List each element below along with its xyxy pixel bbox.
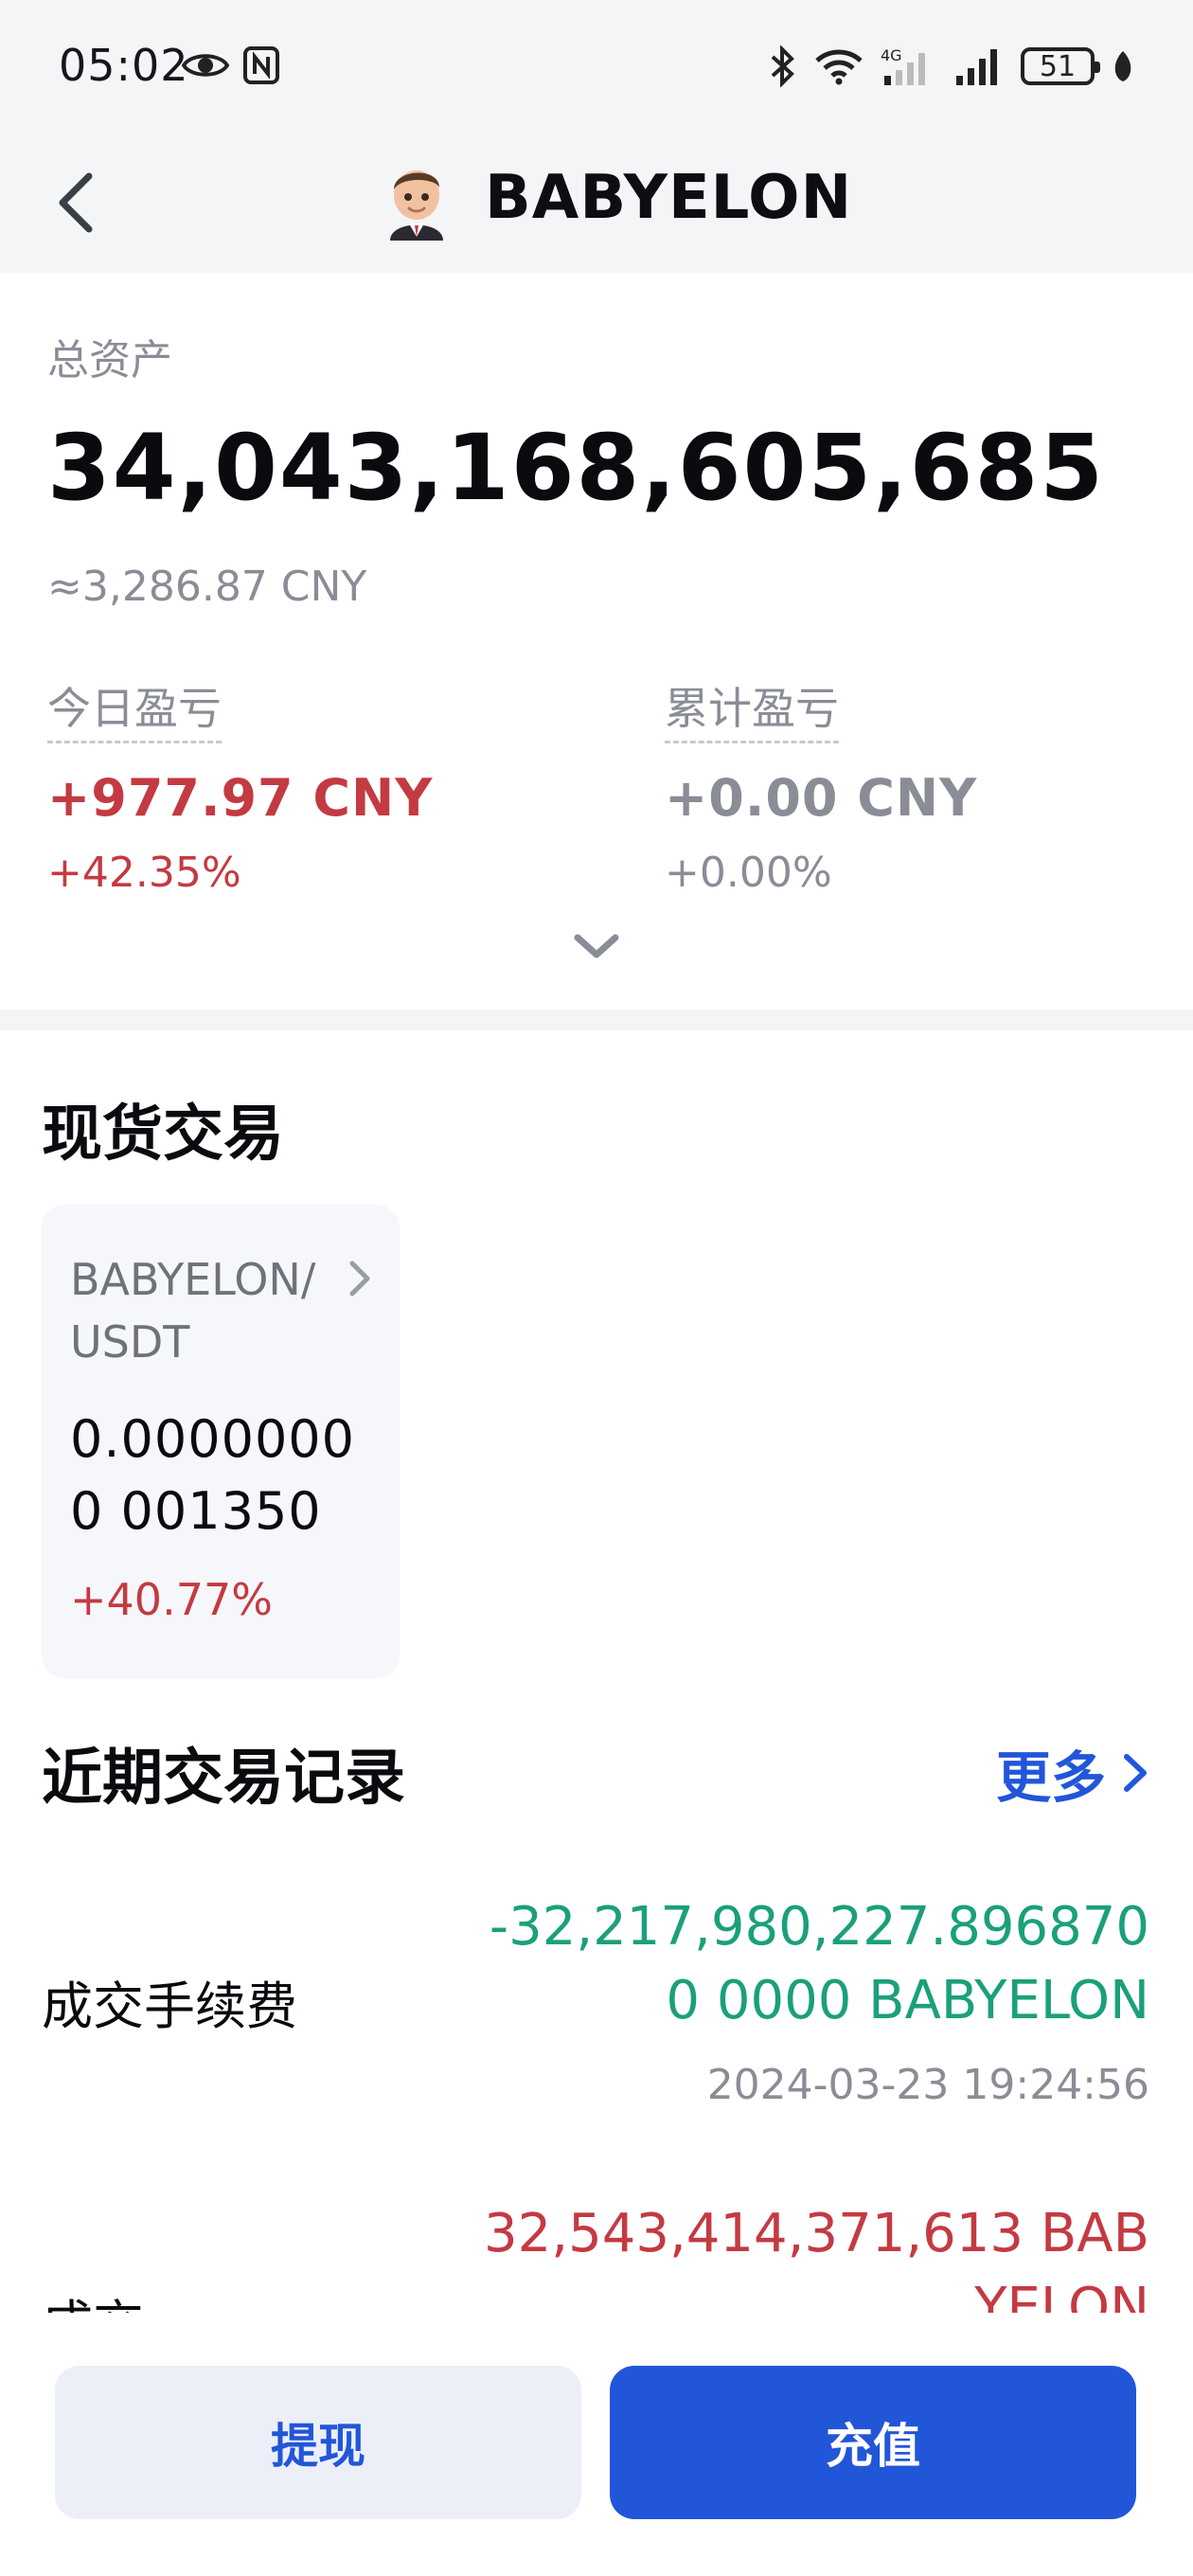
cumulative-pnl-percent: +0.00% xyxy=(665,849,832,897)
avatar xyxy=(390,170,443,241)
nfc-icon xyxy=(243,46,279,84)
today-pnl-percent: +42.35% xyxy=(47,849,241,897)
top-area: 05:02 4G 51 BABYELON xyxy=(0,0,1193,273)
pair-change: +40.77% xyxy=(70,1574,273,1625)
status-time: 05:02 xyxy=(59,40,189,91)
status-bar: 05:02 4G 51 xyxy=(0,0,1193,133)
more-link[interactable]: 更多 xyxy=(996,1733,1149,1813)
trade-type: 成交 xyxy=(42,2282,144,2313)
signal-icon xyxy=(956,49,997,85)
total-assets-approx: ≈3,286.87 CNY xyxy=(47,563,367,611)
trading-pair-card[interactable]: BABYELON/ USDT 0.00000000 001350 +40.77% xyxy=(42,1205,400,1678)
bluetooth-icon xyxy=(771,45,794,87)
recent-trades-title: 近期交易记录 xyxy=(42,1744,405,1814)
trade-row[interactable]: 成交 32,543,414,371,613 BABYELON xyxy=(0,2188,1193,2313)
deposit-button[interactable]: 充值 xyxy=(610,2366,1136,2519)
back-arrow-icon xyxy=(59,172,93,233)
trade-amount: -32,217,980,227.8968700 0000 BABYELON xyxy=(489,1896,1149,2031)
chevron-down-icon[interactable] xyxy=(572,932,621,962)
page-title: BABYELON xyxy=(485,163,853,233)
leaf-icon xyxy=(1114,51,1131,81)
withdraw-button[interactable]: 提现 xyxy=(55,2366,581,2519)
status-icons: 4G 51 xyxy=(769,42,1134,91)
today-pnl-label[interactable]: 今日盈亏 xyxy=(47,674,222,743)
assets-overview: 总资产 34,043,168,605,685 ≈3,286.87 CNY 今日盈… xyxy=(0,273,1193,1010)
total-assets-label: 总资产 xyxy=(47,336,172,385)
battery-icon: 51 xyxy=(1021,47,1100,85)
today-pnl-value: +977.97 CNY xyxy=(47,768,434,828)
cumulative-pnl-value: +0.00 CNY xyxy=(665,768,978,828)
pair-name: BABYELON/ USDT xyxy=(70,1254,316,1368)
trade-time: 2024-03-23 19:24:56 xyxy=(706,2061,1149,2109)
trade-list: 成交手续费 -32,217,980,227.8968700 0000 BABYE… xyxy=(0,1885,1193,2313)
svg-text:4G: 4G xyxy=(881,46,902,64)
today-pnl: 今日盈亏 +977.97 CNY +42.35% xyxy=(47,674,433,897)
battery-level: 51 xyxy=(1039,49,1077,83)
chevron-right-icon xyxy=(349,1261,370,1297)
trade-type: 成交手续费 xyxy=(42,1977,297,2036)
cumulative-pnl-label[interactable]: 累计盈亏 xyxy=(665,674,839,743)
spot-trading-title: 现货交易 xyxy=(42,1100,284,1170)
pair-price: 0.00000000 001350 xyxy=(70,1409,356,1541)
screen: 05:02 4G 51 BABYELON 总资产 34,043,168,605,… xyxy=(0,0,1193,2576)
cumulative-pnl: 累计盈亏 +0.00 CNY +0.00% xyxy=(665,674,977,897)
chevron-right-icon xyxy=(1124,1754,1147,1792)
signal-4g-icon: 4G xyxy=(881,46,925,85)
back-button[interactable] xyxy=(47,167,104,239)
eye-icon xyxy=(182,54,229,77)
header: BABYELON xyxy=(0,133,1193,273)
bottom-action-bar: 提现 充值 xyxy=(0,2313,1193,2576)
section-divider xyxy=(0,1010,1193,1030)
trade-amount: 32,543,414,371,613 BABYELON xyxy=(484,2203,1149,2313)
trade-row[interactable]: 成交手续费 -32,217,980,227.8968700 0000 BABYE… xyxy=(0,1885,1193,2169)
total-assets-value: 34,043,168,605,685 xyxy=(47,415,1106,521)
wifi-icon xyxy=(815,49,863,85)
more-label: 更多 xyxy=(995,1745,1106,1810)
